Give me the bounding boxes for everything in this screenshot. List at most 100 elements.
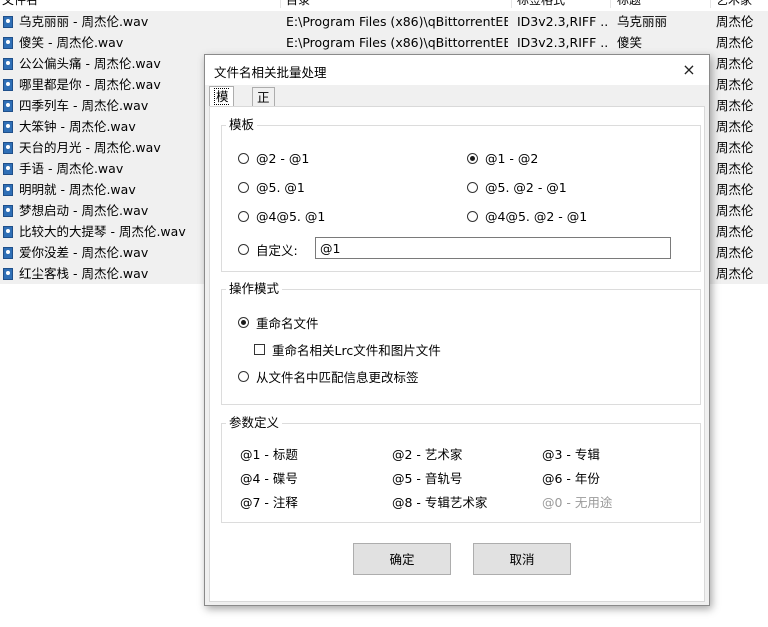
radio-icon bbox=[467, 182, 478, 193]
parameter-definitions-group-title: 参数定义 bbox=[226, 415, 283, 431]
tab-regex[interactable]: 正则表达式 bbox=[252, 87, 275, 181]
file-artist: 周杰伦 bbox=[716, 119, 754, 134]
operation-mode-group-title: 操作模式 bbox=[226, 281, 283, 297]
audio-file-icon bbox=[3, 247, 13, 259]
rename-related-checkbox[interactable]: 重命名相关Lrc文件和图片文件 bbox=[254, 340, 441, 359]
radio-icon bbox=[238, 244, 249, 255]
file-name: 乌克丽丽 - 周杰伦.wav bbox=[19, 14, 149, 29]
template-option-label: @4@5. @2 - @1 bbox=[485, 209, 588, 224]
column-header-filename[interactable]: 文件名 bbox=[0, 0, 278, 8]
file-artist: 周杰伦 bbox=[716, 14, 754, 29]
param-definition: @5 - 音轨号 bbox=[392, 471, 463, 486]
column-header-title[interactable]: 标题 bbox=[615, 0, 707, 8]
parameter-definitions-group: 参数定义 @1 - 标题 @2 - 艺术家 @3 - 专辑 @4 - 碟号 @5… bbox=[221, 415, 701, 523]
template-group-title: 模板 bbox=[226, 117, 258, 133]
file-name: 明明就 - 周杰伦.wav bbox=[19, 182, 136, 197]
file-name: 梦想启动 - 周杰伦.wav bbox=[19, 203, 149, 218]
custom-template-radio[interactable]: 自定义: bbox=[238, 240, 298, 259]
file-title: 傻笑 bbox=[617, 35, 643, 50]
param-definition: @2 - 艺术家 bbox=[392, 447, 463, 462]
template-option-label: @2 - @1 bbox=[256, 151, 310, 166]
template-option-label: @4@5. @1 bbox=[256, 209, 326, 224]
custom-template-label: 自定义: bbox=[256, 243, 298, 258]
template-option-label: @1 - @2 bbox=[485, 151, 539, 166]
file-name: 公公偏头痛 - 周杰伦.wav bbox=[19, 56, 161, 71]
file-title: 乌克丽丽 bbox=[617, 14, 668, 29]
radio-icon bbox=[238, 371, 249, 382]
dialog-title: 文件名相关批量处理 bbox=[214, 65, 327, 80]
file-name: 四季列车 - 周杰伦.wav bbox=[19, 98, 149, 113]
template-option-label: @5. @2 - @1 bbox=[485, 180, 567, 195]
file-artist: 周杰伦 bbox=[716, 245, 754, 260]
column-separator[interactable] bbox=[610, 0, 611, 8]
table-row[interactable]: 乌克丽丽 - 周杰伦.wav E:\Program Files (x86)\qB… bbox=[0, 11, 768, 32]
column-header-artist[interactable]: 艺术家 bbox=[714, 0, 768, 8]
radio-icon bbox=[467, 211, 478, 222]
param-definition: @8 - 专辑艺术家 bbox=[392, 495, 488, 510]
tag-from-filename-label: 从文件名中匹配信息更改标签 bbox=[256, 370, 419, 385]
param-definition: @3 - 专辑 bbox=[542, 447, 600, 462]
tag-from-filename-radio[interactable]: 从文件名中匹配信息更改标签 bbox=[238, 367, 419, 386]
param-definition: @6 - 年份 bbox=[542, 471, 600, 486]
rename-file-label: 重命名文件 bbox=[256, 316, 319, 331]
batch-filename-dialog: 文件名相关批量处理 × 模板 正则表达式 模板 @2 - @1 @1 - @2 … bbox=[204, 54, 710, 606]
param-definition: @7 - 注释 bbox=[240, 495, 298, 510]
param-definition: @4 - 碟号 bbox=[240, 471, 298, 486]
file-name: 爱你没差 - 周杰伦.wav bbox=[19, 245, 149, 260]
template-option-radio[interactable]: @5. @1 bbox=[238, 180, 305, 195]
audio-file-icon bbox=[3, 121, 13, 133]
file-tag-format: ID3v2.3,RIFF ... bbox=[517, 14, 609, 29]
file-artist: 周杰伦 bbox=[716, 224, 754, 239]
file-artist: 周杰伦 bbox=[716, 98, 754, 113]
template-option-radio[interactable]: @4@5. @1 bbox=[238, 209, 325, 224]
column-header-tag-format[interactable]: 标签格式 bbox=[515, 0, 607, 8]
audio-file-icon bbox=[3, 79, 13, 91]
radio-icon bbox=[238, 153, 249, 164]
template-group: 模板 @2 - @1 @1 - @2 @5. @1 @5. @2 - @1 @4… bbox=[221, 117, 701, 272]
file-name: 傻笑 - 周杰伦.wav bbox=[19, 35, 124, 50]
audio-file-icon bbox=[3, 100, 13, 112]
rename-related-label: 重命名相关Lrc文件和图片文件 bbox=[272, 343, 441, 358]
file-artist: 周杰伦 bbox=[716, 56, 754, 71]
rename-file-radio[interactable]: 重命名文件 bbox=[238, 313, 319, 332]
file-name: 手语 - 周杰伦.wav bbox=[19, 161, 124, 176]
template-option-radio[interactable]: @5. @2 - @1 bbox=[467, 180, 567, 195]
column-separator[interactable] bbox=[710, 0, 711, 8]
tab-panel-template: 模板 @2 - @1 @1 - @2 @5. @1 @5. @2 - @1 @4… bbox=[209, 106, 705, 602]
file-directory: E:\Program Files (x86)\qBittorrentEE\... bbox=[286, 14, 508, 29]
cancel-button[interactable]: 取消 bbox=[473, 543, 571, 575]
column-header-directory[interactable]: 目录 bbox=[284, 0, 504, 8]
file-name: 大笨钟 - 周杰伦.wav bbox=[19, 119, 136, 134]
file-name: 红尘客栈 - 周杰伦.wav bbox=[19, 266, 149, 281]
radio-icon bbox=[238, 182, 249, 193]
table-row[interactable]: 傻笑 - 周杰伦.wav E:\Program Files (x86)\qBit… bbox=[0, 32, 768, 53]
template-option-label: @5. @1 bbox=[256, 180, 305, 195]
file-artist: 周杰伦 bbox=[716, 35, 754, 50]
close-icon[interactable]: × bbox=[677, 58, 701, 82]
file-name: 比较大的大提琴 - 周杰伦.wav bbox=[19, 224, 186, 239]
custom-template-input[interactable] bbox=[315, 237, 671, 259]
file-name: 哪里都是你 - 周杰伦.wav bbox=[19, 77, 161, 92]
column-separator[interactable] bbox=[280, 0, 281, 8]
file-name: 天台的月光 - 周杰伦.wav bbox=[19, 140, 161, 155]
file-artist: 周杰伦 bbox=[716, 266, 754, 281]
list-header: 文件名 目录 标签格式 标题 艺术家 bbox=[0, 0, 768, 8]
file-tag-format: ID3v2.3,RIFF ... bbox=[517, 35, 609, 50]
file-directory: E:\Program Files (x86)\qBittorrentEE\... bbox=[286, 35, 508, 50]
file-artist: 周杰伦 bbox=[716, 203, 754, 218]
audio-file-icon bbox=[3, 226, 13, 238]
ok-button[interactable]: 确定 bbox=[353, 543, 451, 575]
template-option-radio[interactable]: @1 - @2 bbox=[467, 151, 538, 166]
dialog-titlebar[interactable]: 文件名相关批量处理 × bbox=[205, 55, 709, 85]
radio-icon bbox=[238, 211, 249, 222]
template-option-radio[interactable]: @4@5. @2 - @1 bbox=[467, 209, 587, 224]
checkbox-icon bbox=[254, 344, 265, 355]
tab-template[interactable]: 模板 bbox=[209, 86, 234, 124]
file-artist: 周杰伦 bbox=[716, 140, 754, 155]
audio-file-icon bbox=[3, 163, 13, 175]
audio-file-icon bbox=[3, 58, 13, 70]
audio-file-icon bbox=[3, 37, 13, 49]
file-artist: 周杰伦 bbox=[716, 161, 754, 176]
template-option-radio[interactable]: @2 - @1 bbox=[238, 151, 309, 166]
column-separator[interactable] bbox=[511, 0, 512, 8]
